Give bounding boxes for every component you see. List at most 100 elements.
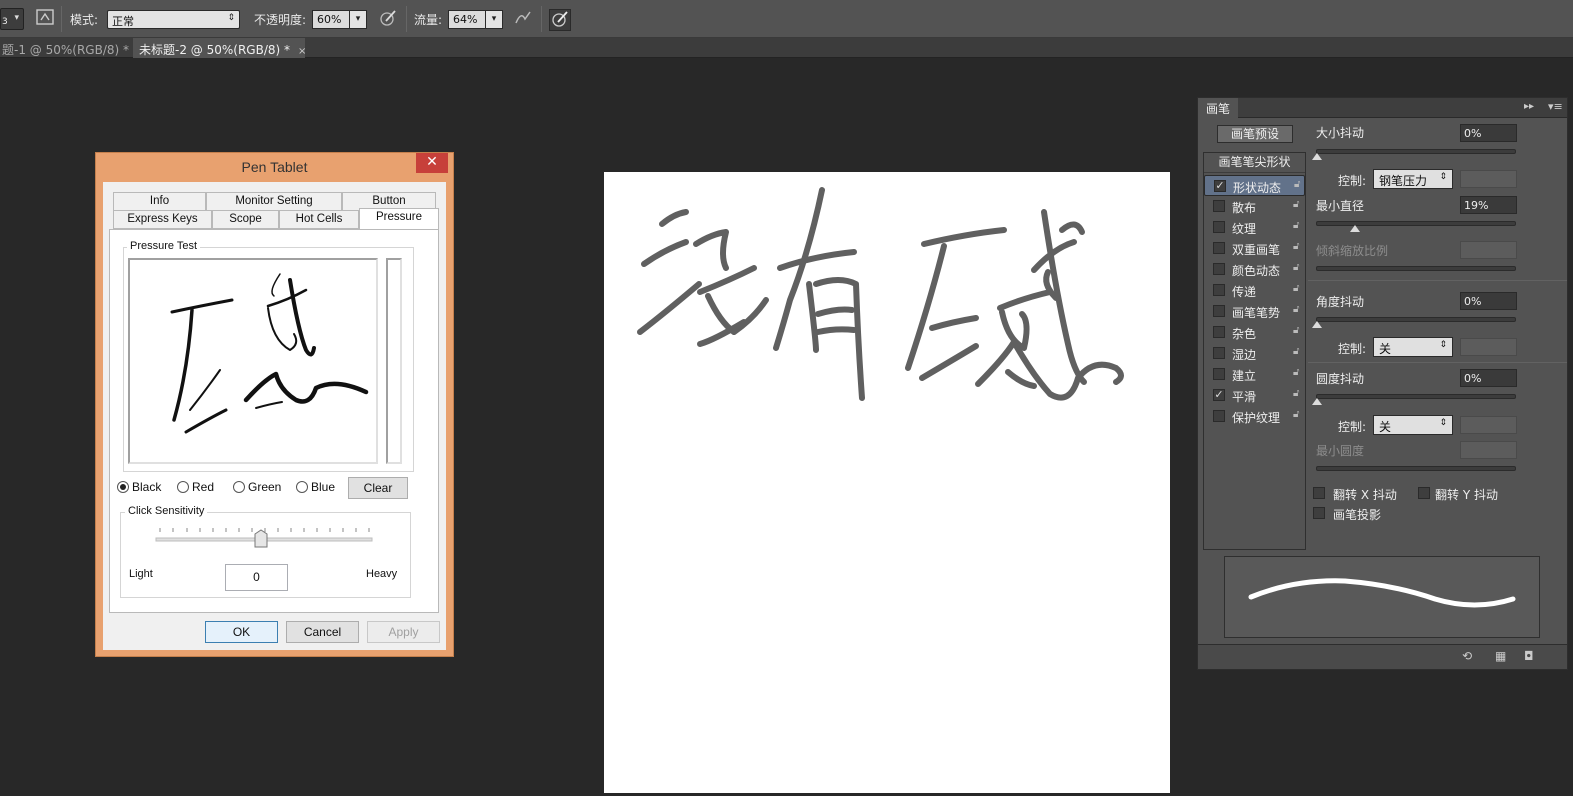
brush-preset-picker[interactable]: 3 ▾ xyxy=(0,8,24,30)
size-jitter-input[interactable]: 0% xyxy=(1460,124,1517,142)
brush-presets-button[interactable]: 画笔预设 xyxy=(1217,125,1293,143)
angle-jitter-label: 角度抖动 xyxy=(1316,295,1365,309)
tab-monitor-setting[interactable]: Monitor Setting xyxy=(206,192,342,211)
category-dual-brush[interactable]: 双重画笔 🔓︎ xyxy=(1204,238,1305,259)
grid-view-icon[interactable]: ▦ xyxy=(1495,649,1506,663)
apply-button[interactable]: Apply xyxy=(367,621,440,643)
category-protect-texture[interactable]: 保护纹理 🔓︎ xyxy=(1204,406,1305,427)
opacity-dropdown[interactable]: ▾ xyxy=(349,10,367,29)
angle-jitter-slider[interactable] xyxy=(1316,317,1516,322)
toggle-live-tip-icon[interactable]: ⟲ xyxy=(1462,649,1472,663)
flow-dropdown[interactable]: ▾ xyxy=(485,10,503,29)
checkbox[interactable] xyxy=(1213,305,1225,317)
roundness-jitter-slider[interactable] xyxy=(1316,394,1516,399)
ok-button[interactable]: OK xyxy=(205,621,278,643)
checkbox[interactable] xyxy=(1213,347,1225,359)
slider-thumb[interactable] xyxy=(1312,153,1322,160)
radio-blue[interactable]: Blue xyxy=(296,480,335,494)
tab-hot-cells[interactable]: Hot Cells xyxy=(279,210,359,229)
checkbox[interactable] xyxy=(1213,284,1225,296)
sensitivity-value-field[interactable]: 0 xyxy=(225,564,288,591)
document-canvas[interactable] xyxy=(604,172,1170,793)
lock-icon[interactable]: 🔓︎ xyxy=(1293,262,1299,273)
new-preset-icon[interactable]: ◘ xyxy=(1524,649,1534,663)
category-brush-pose[interactable]: 画笔笔势 🔓︎ xyxy=(1204,301,1305,322)
brush-projection-checkbox[interactable]: 画笔投影 xyxy=(1313,507,1381,522)
min-diameter-slider[interactable] xyxy=(1316,221,1516,226)
roundness-jitter-input[interactable]: 0% xyxy=(1460,369,1517,387)
pressure-test-area[interactable] xyxy=(128,258,378,464)
category-build-up[interactable]: 建立 🔓︎ xyxy=(1204,364,1305,385)
category-wet-edges[interactable]: 湿边 🔓︎ xyxy=(1204,343,1305,364)
checkbox[interactable] xyxy=(1213,200,1225,212)
category-scattering[interactable]: 散布 🔓︎ xyxy=(1204,196,1305,217)
slider-thumb[interactable] xyxy=(1312,398,1322,405)
brush-panel-toggle-icon[interactable] xyxy=(34,9,56,31)
select-value: 钢笔压力 xyxy=(1379,174,1428,188)
collapse-icon[interactable]: ▸▸ xyxy=(1524,101,1534,112)
size-jitter-slider[interactable] xyxy=(1316,149,1516,154)
tab-pressure[interactable]: Pressure xyxy=(359,208,439,229)
checkbox[interactable]: ✓ xyxy=(1214,180,1226,192)
flip-x-checkbox[interactable]: 翻转 X 抖动 xyxy=(1313,487,1397,502)
radio-green[interactable]: Green xyxy=(233,480,281,494)
document-tab-active[interactable]: 未标题-2 @ 50%(RGB/8) * × xyxy=(133,38,306,58)
lock-icon[interactable]: 🔓︎ xyxy=(1293,241,1299,252)
lock-icon[interactable]: 🔓︎ xyxy=(1294,179,1300,190)
lock-icon[interactable]: 🔓︎ xyxy=(1293,388,1299,399)
angle-jitter-input[interactable]: 0% xyxy=(1460,292,1517,310)
min-diameter-input[interactable]: 19% xyxy=(1460,196,1517,214)
checkbox[interactable] xyxy=(1213,410,1225,422)
lock-icon[interactable]: 🔓︎ xyxy=(1293,199,1299,210)
category-transfer[interactable]: 传递 🔓︎ xyxy=(1204,280,1305,301)
checkbox[interactable] xyxy=(1213,242,1225,254)
airbrush-icon[interactable] xyxy=(512,9,534,31)
lock-icon[interactable]: 🔓︎ xyxy=(1293,283,1299,294)
category-texture[interactable]: 纹理 🔓︎ xyxy=(1204,217,1305,238)
category-shape-dynamics[interactable]: ✓ 形状动态 🔓︎ xyxy=(1204,175,1305,196)
tab-express-keys[interactable]: Express Keys xyxy=(113,210,212,229)
brush-category-list: 画笔笔尖形状 ✓ 形状动态 🔓︎ 散布 🔓︎ 纹理 🔓︎ 双重画笔 🔓︎ 颜色动态 🔓︎ 传… xyxy=(1203,152,1306,550)
tab-scope[interactable]: Scope xyxy=(212,210,279,229)
slider-thumb[interactable] xyxy=(1312,321,1322,328)
checkbox[interactable] xyxy=(1313,507,1325,519)
pressure-opacity-icon[interactable] xyxy=(377,9,399,31)
checkbox[interactable] xyxy=(1213,263,1225,275)
radio-red[interactable]: Red xyxy=(177,480,214,494)
opacity-input[interactable]: 60% xyxy=(312,10,350,29)
category-color-dynamics[interactable]: 颜色动态 🔓︎ xyxy=(1204,259,1305,280)
checkbox[interactable] xyxy=(1213,368,1225,380)
control-select-pen-pressure[interactable]: 钢笔压力 ⇕ xyxy=(1373,169,1453,189)
lock-icon[interactable]: 🔓︎ xyxy=(1293,325,1299,336)
slider-thumb[interactable] xyxy=(1350,225,1360,232)
radio-black[interactable]: Black xyxy=(117,480,161,494)
category-smoothing[interactable]: ✓ 平滑 🔓︎ xyxy=(1204,385,1305,406)
flow-input[interactable]: 64% xyxy=(448,10,486,29)
control-select-off[interactable]: 关 ⇕ xyxy=(1373,337,1453,357)
document-tab[interactable]: 题-1 @ 50%(RGB/8) *× xyxy=(0,38,145,58)
panel-menu-icon[interactable]: ▾≡ xyxy=(1548,100,1563,113)
sensitivity-slider[interactable] xyxy=(154,526,376,550)
category-noise[interactable]: 杂色 🔓︎ xyxy=(1204,322,1305,343)
control-select-off[interactable]: 关 ⇕ xyxy=(1373,415,1453,435)
checkbox[interactable] xyxy=(1213,221,1225,233)
tab-info[interactable]: Info xyxy=(113,192,206,211)
brush-tip-shape-item[interactable]: 画笔笔尖形状 xyxy=(1204,153,1305,173)
checkbox[interactable]: ✓ xyxy=(1213,389,1225,401)
tab-brush[interactable]: 画笔 xyxy=(1198,98,1239,118)
lock-icon[interactable]: 🔓︎ xyxy=(1293,367,1299,378)
lock-icon[interactable]: 🔓︎ xyxy=(1293,409,1299,420)
close-icon[interactable]: × xyxy=(298,46,306,57)
checkbox[interactable] xyxy=(1213,326,1225,338)
flip-y-checkbox[interactable]: 翻转 Y 抖动 xyxy=(1418,487,1498,502)
lock-icon[interactable]: 🔓︎ xyxy=(1293,346,1299,357)
mode-select[interactable]: 正常 ⇕ xyxy=(107,10,240,29)
close-button[interactable]: ✕ xyxy=(416,153,448,173)
clear-button[interactable]: Clear xyxy=(348,477,408,499)
pressure-size-icon[interactable] xyxy=(549,9,571,31)
cancel-button[interactable]: Cancel xyxy=(286,621,359,643)
lock-icon[interactable]: 🔓︎ xyxy=(1293,304,1299,315)
lock-icon[interactable]: 🔓︎ xyxy=(1293,220,1299,231)
checkbox[interactable] xyxy=(1418,487,1430,499)
checkbox[interactable] xyxy=(1313,487,1325,499)
